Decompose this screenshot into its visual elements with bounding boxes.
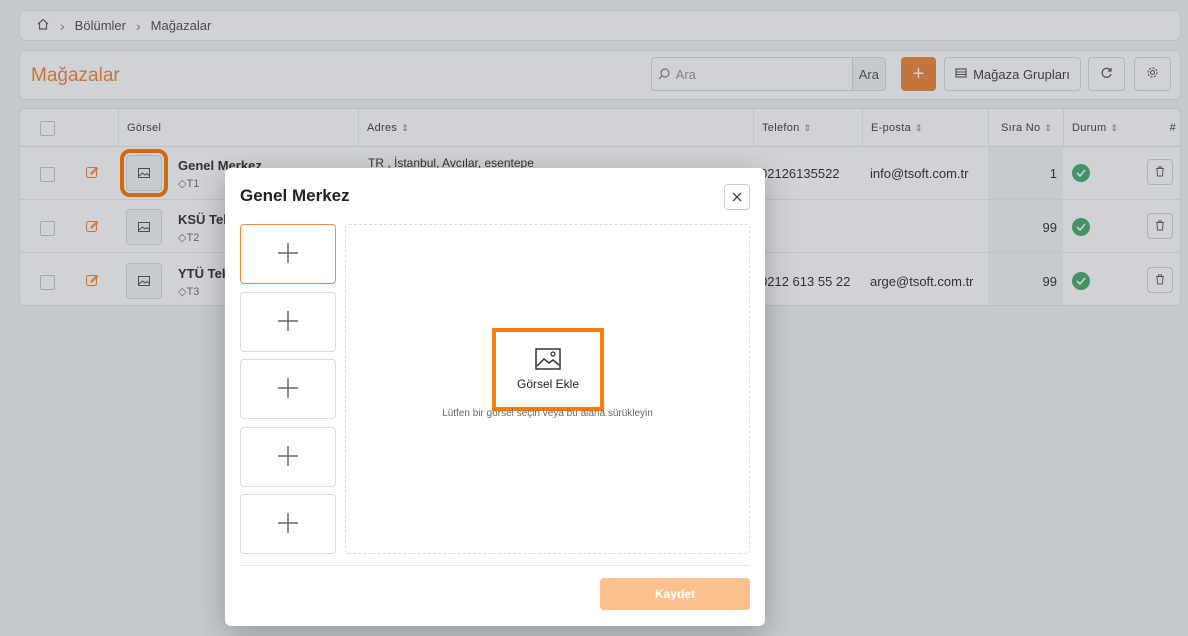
plus-icon bbox=[277, 242, 299, 267]
image-slot-4[interactable] bbox=[240, 427, 336, 487]
image-slot-2[interactable] bbox=[240, 292, 336, 352]
add-image-button[interactable]: Görsel Ekle bbox=[492, 328, 604, 411]
save-button[interactable]: Kaydet bbox=[600, 578, 750, 610]
plus-icon bbox=[277, 445, 299, 470]
plus-icon bbox=[277, 310, 299, 335]
divider bbox=[240, 565, 750, 566]
image-dropzone[interactable]: Görsel Ekle Lütfen bir görsel seçin veya… bbox=[345, 224, 750, 554]
add-image-label: Görsel Ekle bbox=[516, 377, 580, 391]
close-button[interactable] bbox=[724, 184, 750, 210]
close-icon bbox=[732, 190, 742, 205]
image-slot-5[interactable] bbox=[240, 494, 336, 554]
image-upload-modal: Genel Merkez Görsel Ekle Lütfen bir görs… bbox=[225, 168, 765, 626]
plus-icon bbox=[277, 512, 299, 537]
dropzone-hint: Lütfen bir görsel seçin veya bu alana sü… bbox=[442, 408, 653, 419]
image-icon bbox=[535, 348, 561, 373]
plus-icon bbox=[277, 377, 299, 402]
image-slot-3[interactable] bbox=[240, 359, 336, 419]
image-slot-1[interactable] bbox=[240, 224, 336, 284]
modal-title: Genel Merkez bbox=[240, 186, 350, 205]
